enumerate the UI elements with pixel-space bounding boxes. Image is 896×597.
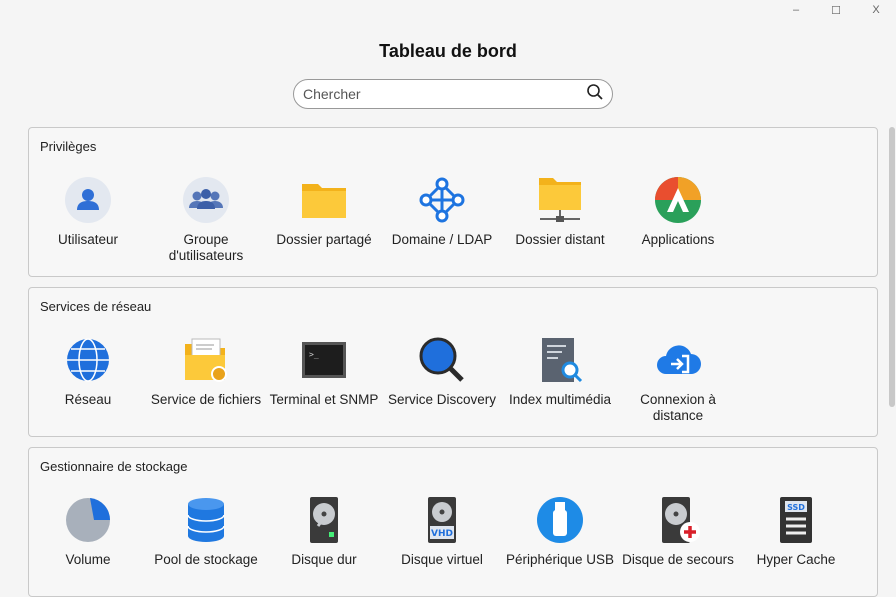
ssd-cache-icon: SSD bbox=[770, 494, 822, 546]
item-label: Index multimédia bbox=[508, 392, 612, 407]
service-discovery-icon bbox=[416, 334, 468, 386]
item-label: Connexion à distance bbox=[640, 392, 716, 423]
item-label: Volume bbox=[65, 552, 111, 567]
search-box bbox=[293, 79, 613, 109]
user-group-icon bbox=[180, 174, 232, 226]
shared-folder-icon bbox=[298, 174, 350, 226]
item-label: Dossier distant bbox=[515, 232, 605, 247]
section-title: Gestionnaire de stockage bbox=[40, 459, 188, 474]
file-service-icon bbox=[180, 334, 232, 386]
spare-disk-icon bbox=[652, 494, 704, 546]
item-label: Hyper Cache bbox=[756, 552, 836, 567]
item-label: Service Discovery bbox=[387, 392, 497, 407]
dashboard-item-shared-folder[interactable]: Dossier partagé bbox=[265, 174, 383, 264]
item-label: Domaine / LDAP bbox=[391, 232, 493, 247]
dashboard-item-domain-ldap[interactable]: Domaine / LDAP bbox=[383, 174, 501, 264]
multimedia-index-icon bbox=[534, 334, 586, 386]
virtual-disk-icon: VHD bbox=[416, 494, 468, 546]
dashboard-item-applications[interactable]: Applications bbox=[619, 174, 737, 264]
dashboard-item-storage-pool[interactable]: Pool de stockage bbox=[147, 494, 265, 568]
maximize-button[interactable]: ☐ bbox=[816, 4, 856, 20]
domain-ldap-icon bbox=[416, 174, 468, 226]
section-network-services: Services de réseau Réseau Service de fich… bbox=[28, 287, 878, 437]
window-controls: – ☐ X bbox=[776, 4, 896, 20]
item-label: Service de fichiers bbox=[150, 392, 262, 407]
close-button[interactable]: X bbox=[856, 4, 896, 20]
section-title: Privilèges bbox=[40, 139, 97, 154]
item-label: Utilisateur bbox=[57, 232, 119, 247]
search-input[interactable] bbox=[303, 86, 586, 102]
dashboard-item-remote-connection[interactable]: Connexion à distance bbox=[619, 334, 737, 424]
remote-connection-icon bbox=[652, 334, 704, 386]
scrollbar[interactable] bbox=[889, 127, 895, 407]
dashboard-item-hard-disk[interactable]: Disque dur bbox=[265, 494, 383, 568]
svg-text:>_: >_ bbox=[309, 350, 319, 359]
section-title: Services de réseau bbox=[40, 299, 152, 314]
item-label: Groupe d'utilisateurs bbox=[168, 232, 244, 263]
dashboard-item-usb[interactable]: Périphérique USB bbox=[501, 494, 619, 568]
dashboard-item-multimedia-index[interactable]: Index multimédia bbox=[501, 334, 619, 424]
remote-folder-icon bbox=[534, 174, 586, 226]
dashboard-item-user-group[interactable]: Groupe d'utilisateurs bbox=[147, 174, 265, 264]
section-privileges: Privilèges Utilisateur Groupe d'utilisate… bbox=[28, 127, 878, 277]
dashboard-item-network-globe[interactable]: Réseau bbox=[29, 334, 147, 424]
svg-text:VHD: VHD bbox=[431, 529, 453, 539]
item-label: Disque dur bbox=[291, 552, 357, 567]
dashboard-item-service-discovery[interactable]: Service Discovery bbox=[383, 334, 501, 424]
dashboard-item-remote-folder[interactable]: Dossier distant bbox=[501, 174, 619, 264]
applications-icon bbox=[652, 174, 704, 226]
minimize-button[interactable]: – bbox=[776, 4, 816, 20]
search-icon[interactable] bbox=[586, 83, 604, 106]
dashboard-item-spare-disk[interactable]: Disque de secours bbox=[619, 494, 737, 568]
item-label: Pool de stockage bbox=[154, 552, 258, 567]
terminal-icon: >_ bbox=[298, 334, 350, 386]
volume-pie-icon bbox=[62, 494, 114, 546]
item-label: Terminal et SNMP bbox=[269, 392, 379, 407]
dashboard-item-ssd-cache[interactable]: SSD Hyper Cache bbox=[737, 494, 855, 568]
dashboard-item-terminal[interactable]: >_ Terminal et SNMP bbox=[265, 334, 383, 424]
dashboard-item-file-service[interactable]: Service de fichiers bbox=[147, 334, 265, 424]
item-label: Disque virtuel bbox=[401, 552, 483, 567]
item-label: Disque de secours bbox=[622, 552, 734, 567]
item-label: Périphérique USB bbox=[505, 552, 615, 567]
usb-icon bbox=[534, 494, 586, 546]
svg-text:SSD: SSD bbox=[787, 503, 805, 512]
hard-disk-icon bbox=[298, 494, 350, 546]
dashboard-item-user[interactable]: Utilisateur bbox=[29, 174, 147, 264]
user-icon bbox=[62, 174, 114, 226]
item-label: Applications bbox=[641, 232, 715, 247]
storage-pool-icon bbox=[180, 494, 232, 546]
dashboard-item-virtual-disk[interactable]: VHD Disque virtuel bbox=[383, 494, 501, 568]
item-label: Réseau bbox=[64, 392, 112, 407]
dashboard-item-volume-pie[interactable]: Volume bbox=[29, 494, 147, 568]
network-globe-icon bbox=[62, 334, 114, 386]
section-storage-manager: Gestionnaire de stockage Volume Pool de s… bbox=[28, 447, 878, 597]
page-title: Tableau de bord bbox=[379, 41, 517, 61]
item-label: Dossier partagé bbox=[276, 232, 372, 247]
